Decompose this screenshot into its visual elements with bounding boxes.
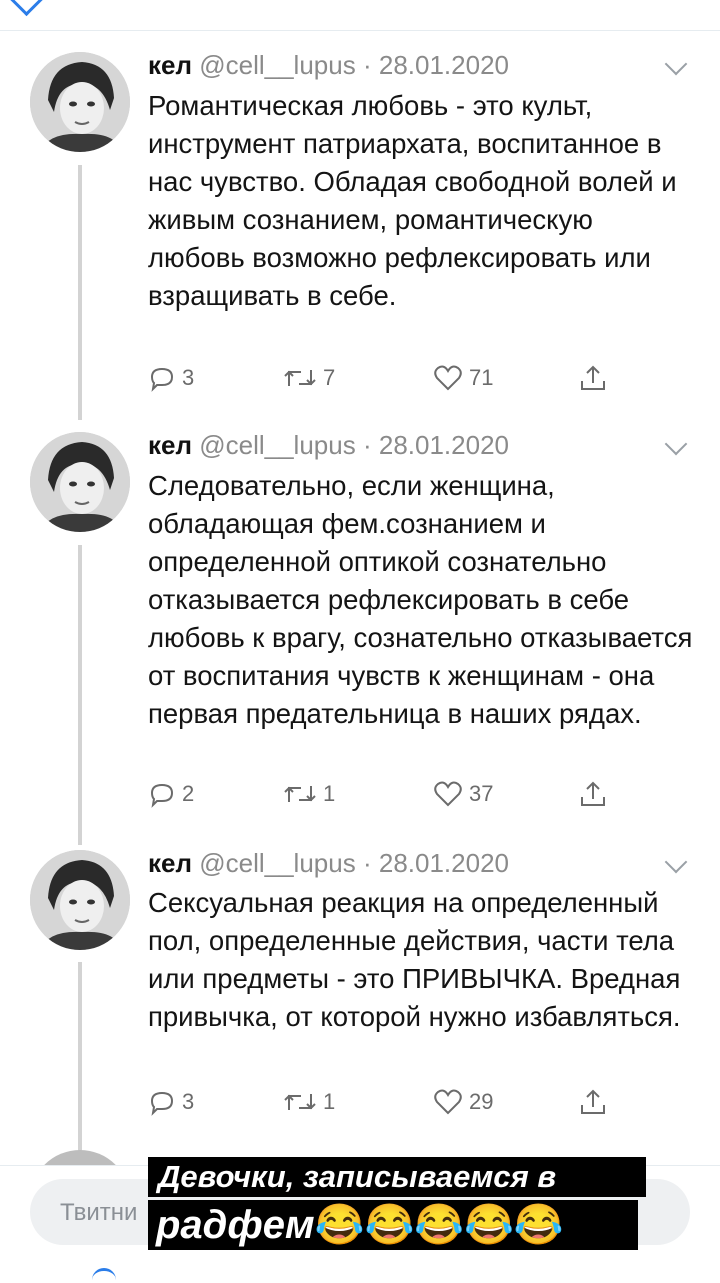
author-name[interactable]: кел — [148, 848, 192, 878]
reply-count: 3 — [182, 1089, 195, 1114]
retweet-icon — [284, 1094, 316, 1110]
tweet-text: Следовательно, если женщина, обладающая … — [148, 470, 693, 729]
tweet-meta: кел @cell__lupus · 28.01.2020 — [148, 50, 509, 81]
author-handle[interactable]: @cell__lupus — [199, 848, 355, 878]
share-button[interactable] — [578, 1082, 608, 1122]
reply-count: 3 — [182, 365, 195, 390]
like-button[interactable]: 29 — [433, 1082, 493, 1122]
like-count: 71 — [469, 365, 494, 390]
share-button[interactable] — [578, 358, 608, 398]
retweet-count: 1 — [323, 1089, 336, 1114]
avatar[interactable] — [30, 850, 130, 950]
retweet-icon — [284, 786, 316, 802]
reply-button[interactable]: 3 — [148, 358, 194, 398]
share-icon — [581, 781, 605, 806]
meta-separator: · — [362, 50, 372, 80]
retweet-button[interactable]: 1 — [283, 774, 335, 814]
tweet-1[interactable]: кел @cell__lupus · 28.01.2020 Романтичес… — [0, 0, 720, 420]
tweet-actions: 3 7 71 — [148, 358, 668, 398]
meta-separator: · — [362, 430, 372, 460]
laughing-emoji-icon: 😂😂😂😂😂 — [314, 1203, 564, 1247]
chevron-down-icon[interactable] — [664, 432, 688, 456]
thread-line — [78, 165, 82, 420]
tweet-meta: кел @cell__lupus · 28.01.2020 — [148, 848, 509, 879]
tweet-3[interactable]: кел @cell__lupus · 28.01.2020 Сексуальна… — [0, 840, 720, 1165]
tweet-meta: кел @cell__lupus · 28.01.2020 — [148, 430, 509, 461]
caption-line-1: Девочки, записываемся в — [148, 1157, 646, 1197]
reply-button[interactable]: 3 — [148, 1082, 194, 1122]
chevron-down-icon[interactable] — [664, 52, 688, 76]
tweet-actions: 3 1 29 — [148, 1082, 668, 1122]
retweet-button[interactable]: 1 — [283, 1082, 335, 1122]
retweet-button[interactable]: 7 — [283, 358, 335, 398]
tweet-date[interactable]: 28.01.2020 — [379, 430, 509, 460]
like-button[interactable]: 71 — [433, 358, 493, 398]
caption-word: радфем — [156, 1203, 315, 1247]
like-button[interactable]: 37 — [433, 774, 493, 814]
avatar[interactable] — [30, 52, 130, 152]
tweet-date[interactable]: 28.01.2020 — [379, 50, 509, 80]
tweet-text: Сексуальная реакция на определенный пол,… — [148, 887, 681, 1032]
meta-separator: · — [362, 848, 372, 878]
author-handle[interactable]: @cell__lupus — [199, 50, 355, 80]
heart-icon — [434, 365, 462, 391]
reply-placeholder: Твитни — [60, 1199, 138, 1226]
heart-icon — [434, 1089, 462, 1115]
caption-line-2: радфем😂😂😂😂😂 — [148, 1200, 638, 1250]
author-name[interactable]: кел — [148, 50, 192, 80]
like-count: 37 — [469, 781, 494, 806]
thread-line — [78, 545, 82, 845]
reply-button[interactable]: 2 — [148, 774, 194, 814]
author-name[interactable]: кел — [148, 430, 192, 460]
reply-icon — [150, 1091, 174, 1116]
reply-count: 2 — [182, 781, 195, 806]
share-icon — [581, 365, 605, 390]
tweet-text: Романтическая любовь - это культ, инстру… — [148, 90, 677, 311]
share-icon — [581, 1089, 605, 1114]
share-button[interactable] — [578, 774, 608, 814]
reply-icon — [150, 783, 174, 808]
retweet-count: 7 — [323, 365, 336, 390]
reply-icon — [150, 367, 174, 392]
retweet-count: 1 — [323, 781, 336, 806]
author-handle[interactable]: @cell__lupus — [199, 430, 355, 460]
thread-line — [78, 962, 82, 1162]
retweet-icon — [284, 370, 316, 386]
avatar[interactable] — [30, 432, 130, 532]
tweet-date[interactable]: 28.01.2020 — [379, 848, 509, 878]
tweet-actions: 2 1 37 — [148, 774, 668, 814]
chevron-down-icon[interactable] — [664, 850, 688, 874]
like-count: 29 — [469, 1089, 494, 1114]
tweet-2[interactable]: кел @cell__lupus · 28.01.2020 Следовател… — [0, 420, 720, 845]
heart-icon — [434, 781, 462, 807]
